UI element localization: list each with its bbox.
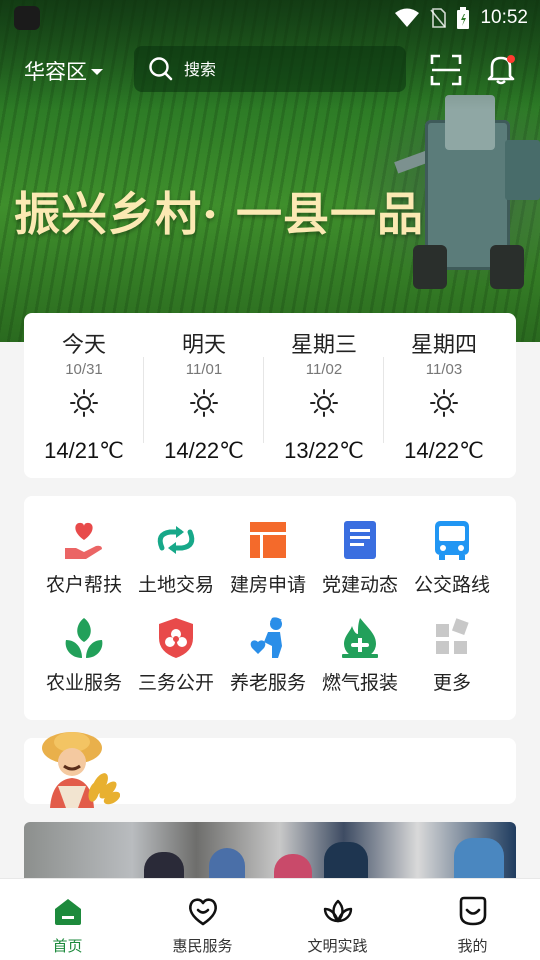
service-label: 土地交易 (137, 574, 214, 596)
bus-icon (430, 518, 474, 562)
weather-date: 11/02 (305, 361, 343, 378)
sunny-icon (309, 378, 339, 422)
status-bar: 10:52 (0, 0, 540, 36)
document-icon (338, 518, 382, 562)
weather-card: 今天 10/31 14/21℃ 明天 11/01 14/22℃ 星期三 11/02 13/22℃… (24, 313, 516, 478)
district-selector[interactable]: 华容区 (24, 56, 103, 86)
weather-day: 明天 11/01 14/22℃ (144, 327, 264, 478)
weather-temp: 13/22℃ (284, 438, 364, 463)
service-label: 农户帮扶 (45, 574, 122, 596)
weather-temp: 14/22℃ (164, 438, 244, 463)
weather-day: 星期三 11/02 13/22℃ (264, 327, 384, 478)
tab-label: 文明实践 (307, 937, 368, 955)
wifi-icon (395, 8, 420, 27)
service-item[interactable]: 公交路线 (406, 518, 498, 616)
sunny-icon (189, 378, 219, 422)
service-label: 公交路线 (413, 574, 490, 596)
notification-button[interactable] (484, 52, 518, 86)
heart-smile-icon (187, 895, 219, 931)
elderly-care-icon (246, 616, 290, 660)
heart-hand-icon (62, 518, 106, 562)
service-item[interactable]: 燃气报装 (314, 616, 406, 714)
weather-day: 星期四 11/03 14/22℃ (384, 327, 504, 478)
service-item[interactable]: 党建动态 (314, 518, 406, 616)
service-item[interactable]: 养老服务 (222, 616, 314, 714)
farmer-mascot-icon (42, 732, 120, 808)
tab-item[interactable]: 我的 (405, 879, 540, 960)
lotus-icon (322, 895, 354, 931)
scan-icon[interactable] (430, 54, 462, 86)
search-icon (149, 57, 173, 81)
house-grid-icon (246, 518, 290, 562)
clock: 10:52 (480, 7, 528, 28)
service-item[interactable]: 三务公开 (130, 616, 222, 714)
home-icon (52, 895, 84, 931)
notice-card[interactable] (24, 732, 516, 808)
banner-title: 振兴乡村· 一县一品 (14, 187, 425, 241)
caret-down-icon (91, 69, 103, 75)
tab-item[interactable]: 惠民服务 (135, 879, 270, 960)
app-notification-icon (14, 6, 40, 30)
service-label: 建房申请 (229, 574, 306, 596)
service-label: 养老服务 (229, 672, 306, 694)
service-label: 党建动态 (321, 574, 398, 596)
sunny-icon (69, 378, 99, 422)
service-item[interactable]: 土地交易 (130, 518, 222, 616)
weather-temp: 14/21℃ (44, 438, 124, 463)
tab-label: 惠民服务 (172, 937, 233, 955)
tab-item[interactable]: 首页 (0, 879, 135, 960)
exchange-icon (154, 518, 198, 562)
service-item[interactable]: 建房申请 (222, 518, 314, 616)
weather-temp: 14/22℃ (404, 438, 484, 463)
search-input[interactable] (184, 59, 384, 79)
weather-day-name: 星期三 (290, 333, 357, 358)
tab-item[interactable]: 文明实践 (270, 879, 405, 960)
service-label: 农业服务 (45, 672, 122, 694)
bottom-tab-bar: 首页 惠民服务 文明实践 我的 (0, 878, 540, 960)
service-item[interactable]: 农业服务 (38, 616, 130, 714)
news-image[interactable] (24, 822, 516, 882)
weather-date: 11/03 (425, 361, 463, 378)
search-bar[interactable] (134, 46, 406, 92)
weather-date: 10/31 (65, 361, 103, 378)
weather-date: 11/01 (185, 361, 223, 378)
more-grid-icon (430, 616, 474, 660)
district-label: 华容区 (24, 60, 87, 84)
service-label: 燃气报装 (321, 672, 398, 694)
shield-icon (154, 616, 198, 660)
notification-badge (507, 55, 515, 63)
top-bar: 华容区 (0, 44, 540, 94)
service-label: 更多 (432, 672, 471, 694)
service-item[interactable]: 农户帮扶 (38, 518, 130, 616)
sunny-icon (429, 378, 459, 422)
weather-day-name: 今天 (61, 333, 106, 358)
weather-day-name: 明天 (181, 333, 226, 358)
tab-label: 首页 (52, 937, 83, 955)
weather-day-name: 星期四 (410, 333, 477, 358)
service-label: 三务公开 (137, 672, 214, 694)
gas-flame-icon (338, 616, 382, 660)
service-grid: 农户帮扶 土地交易 建房申请 党建动态 公交路线农业服务 三务公开 养老服务 燃气报装 更多 (24, 496, 516, 720)
profile-smile-icon (457, 895, 489, 931)
sprout-icon (62, 616, 106, 660)
weather-day: 今天 10/31 14/21℃ (24, 327, 144, 478)
battery-icon (457, 7, 470, 29)
tab-label: 我的 (457, 937, 488, 955)
service-item[interactable]: 更多 (406, 616, 498, 714)
no-sim-icon (430, 8, 447, 28)
